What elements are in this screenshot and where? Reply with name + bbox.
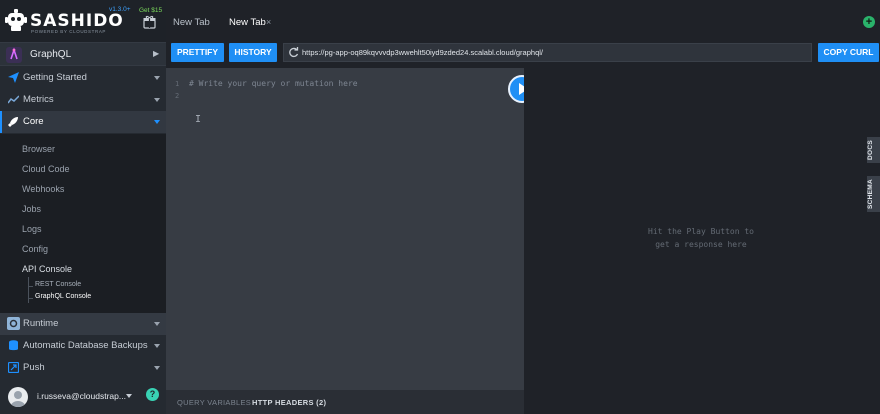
- query-variables-tab[interactable]: QUERY VARIABLES: [177, 398, 251, 407]
- brand-header: SASHIDO POWERED BY CLOUDSTRAP v1.3.0+ Ge…: [0, 0, 166, 42]
- brand-name: SASHIDO: [30, 11, 124, 31]
- copy-curl-button[interactable]: COPY CURL: [818, 43, 879, 62]
- metrics-icon: [8, 95, 19, 104]
- user-bar: i.russeva@cloudstrap... ?: [0, 380, 166, 414]
- variables-bar: QUERY VARIABLES HTTP HEADERS (2): [166, 390, 524, 414]
- toolbar: PRETTIFY HISTORY https://pg-app-oq89kqvv…: [166, 42, 880, 68]
- promo-link[interactable]: Get $15: [139, 7, 162, 14]
- result-pane: Hit the Play Button to get a response he…: [524, 68, 867, 414]
- query-editor[interactable]: 1 2 # Write your query or mutation here …: [166, 68, 536, 390]
- robot-logo-icon: [5, 9, 27, 31]
- avatar[interactable]: [8, 387, 28, 407]
- caret-down-icon: [154, 120, 160, 124]
- user-email[interactable]: i.russeva@cloudstrap...: [37, 391, 126, 401]
- tab-new-1[interactable]: New Tab: [173, 17, 210, 28]
- tree-branch: [28, 298, 33, 299]
- submenu-logs[interactable]: Logs: [22, 224, 42, 234]
- nav-label: Getting Started: [23, 72, 87, 83]
- add-tab-button[interactable]: +: [863, 16, 875, 28]
- docs-tab[interactable]: DOCS: [867, 137, 880, 163]
- gear-icon: [7, 317, 20, 330]
- endpoint-url-field[interactable]: https://pg-app-oq89kqvvvdp3wwehlt50iyd9z…: [283, 43, 812, 62]
- nav-label: Automatic Database Backups: [23, 340, 148, 351]
- close-icon[interactable]: ×: [266, 17, 271, 27]
- tab-bar: New Tab New Tab × +: [166, 0, 880, 42]
- submenu-rest-console[interactable]: REST Console: [35, 281, 81, 288]
- paper-plane-icon: [8, 72, 19, 83]
- push-icon: [8, 362, 19, 373]
- result-placeholder: Hit the Play Button to get a response he…: [636, 225, 766, 251]
- app-root: SASHIDO POWERED BY CLOUDSTRAP v1.3.0+ Ge…: [0, 0, 880, 414]
- tab-new-2[interactable]: New Tab: [229, 17, 266, 28]
- history-button[interactable]: HISTORY: [229, 43, 277, 62]
- submenu-graphql-console[interactable]: GraphQL Console: [35, 293, 91, 300]
- nav-core[interactable]: Core: [0, 111, 166, 133]
- chevron-right-icon: ▶: [153, 49, 160, 58]
- submenu-cloud-code[interactable]: Cloud Code: [22, 164, 70, 174]
- nav-getting-started[interactable]: Getting Started: [0, 67, 166, 89]
- caret-down-icon: [154, 344, 160, 348]
- app-selector-label: GraphQL: [30, 49, 72, 60]
- core-submenu: Browser Cloud Code Webhooks Jobs Logs Co…: [0, 134, 166, 314]
- database-icon: [9, 340, 18, 351]
- brand-subtitle: POWERED BY CLOUDSTRAP: [31, 29, 107, 34]
- line-number: 1: [175, 80, 180, 88]
- submenu-config[interactable]: Config: [22, 244, 48, 254]
- nav-label: Core: [23, 116, 44, 127]
- reload-icon[interactable]: [288, 47, 299, 58]
- endpoint-url: https://pg-app-oq89kqvvvdp3wwehlt50iyd9z…: [302, 48, 543, 57]
- caret-down-icon: [154, 98, 160, 102]
- schema-tab[interactable]: SCHEMA: [867, 176, 880, 212]
- result-line: Hit the Play Button to: [648, 227, 754, 236]
- sidebar: SASHIDO POWERED BY CLOUDSTRAP v1.3.0+ Ge…: [0, 0, 166, 414]
- tree-line: [28, 277, 29, 303]
- submenu-webhooks[interactable]: Webhooks: [22, 184, 64, 194]
- caret-down-icon[interactable]: [126, 394, 132, 398]
- result-line: get a response here: [655, 240, 747, 249]
- submenu-api-console[interactable]: API Console: [22, 264, 72, 274]
- nav-metrics[interactable]: Metrics: [0, 89, 166, 111]
- caret-down-icon: [154, 322, 160, 326]
- rocket-icon: [8, 117, 18, 127]
- submenu-jobs[interactable]: Jobs: [22, 204, 41, 214]
- nav-label: Metrics: [23, 94, 54, 105]
- http-headers-tab[interactable]: HTTP HEADERS (2): [252, 398, 326, 407]
- user-icon: [11, 391, 25, 407]
- nav-database-backups[interactable]: Automatic Database Backups: [0, 335, 166, 357]
- nav-label: Runtime: [23, 318, 59, 329]
- line-gutter: 1 2: [166, 68, 186, 390]
- text-cursor-icon: I: [195, 114, 202, 125]
- graphql-app-icon: [6, 47, 22, 63]
- nav-push[interactable]: Push: [0, 357, 166, 379]
- tree-branch: [28, 286, 33, 287]
- app-selector[interactable]: GraphQL ▶: [0, 42, 166, 66]
- help-icon[interactable]: ?: [146, 388, 159, 401]
- version-label: v1.3.0+: [109, 6, 131, 13]
- gift-icon[interactable]: [143, 15, 156, 29]
- nav-runtime[interactable]: Runtime: [0, 313, 166, 335]
- nav-label: Push: [23, 362, 45, 373]
- prettify-button[interactable]: PRETTIFY: [171, 43, 224, 62]
- caret-down-icon: [154, 76, 160, 80]
- main-area: New Tab New Tab × + PRETTIFY HISTORY htt…: [166, 0, 880, 414]
- submenu-browser[interactable]: Browser: [22, 144, 55, 154]
- caret-down-icon: [154, 366, 160, 370]
- line-number: 2: [175, 92, 180, 100]
- editor-placeholder: # Write your query or mutation here: [189, 79, 358, 88]
